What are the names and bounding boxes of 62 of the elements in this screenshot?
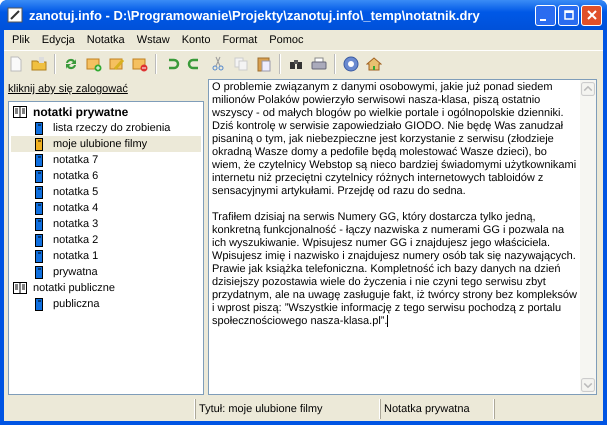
- note-pencil-icon[interactable]: [109, 56, 125, 72]
- status-bar-cell: Notatka prywatna: [380, 399, 494, 419]
- tree-note-item[interactable]: notatka 3: [11, 216, 201, 232]
- tree-note-item[interactable]: lista rzeczy do zrobienia: [11, 120, 201, 136]
- text-cursor: [387, 315, 388, 328]
- status-bar-cell: Tytuł: moje ulubione filmy: [195, 399, 380, 419]
- note-minus-icon[interactable]: [132, 56, 148, 72]
- menu-item[interactable]: Pomoc: [263, 34, 310, 46]
- scroll-up-icon[interactable]: [581, 82, 595, 96]
- tree-note-item[interactable]: notatka 5: [11, 184, 201, 200]
- note-icon: [35, 170, 43, 182]
- help-icon[interactable]: [343, 56, 359, 72]
- note-icon: [35, 266, 43, 278]
- menu-item[interactable]: Format: [216, 34, 264, 46]
- tree-note-item[interactable]: notatka 2: [11, 232, 201, 248]
- printer-icon[interactable]: [311, 56, 327, 72]
- folder-icon[interactable]: [31, 56, 47, 72]
- refresh-icon[interactable]: [63, 56, 79, 72]
- note-text-area[interactable]: [208, 79, 597, 395]
- note-icon: [35, 202, 43, 214]
- tree-note-item[interactable]: notatka 1: [11, 248, 201, 264]
- note-plus-icon[interactable]: [86, 56, 102, 72]
- tree-group-item[interactable]: notatki prywatne: [11, 104, 201, 120]
- note-icon: [35, 138, 43, 150]
- minimize-button[interactable]: [535, 4, 556, 26]
- note-paragraph: Trafiłem dzisiaj na serwis Numery GG, który dostarcza tylko jedną, konkretną funkcjonalność - łączy nazwiska z numerami GG i pozwala na ich wyszukiwanie. Wpisujesz numer GG i znajdujesz jego właściciela. Wpisujesz imię i nazwisko i znajdujesz numery osób tak się nazywających. Prawie jak książka telefoniczna. Kompletność ich bazy danych na dzień dzisiejszy pozostawia wiele do życzenia i nie czyni tego serwisu zbyt przydatnym, ale na uwagę zasługuje fakt, iż twórcy strony bez kompleksów i wprost piszą: ”Wszystkie informację z tego serwisu pochodzą z portalu społecznościowego nasza-klasa.pl”.: [212, 211, 577, 328]
- tree-note-item[interactable]: notatka 6: [11, 168, 201, 184]
- note-icon: [35, 298, 43, 310]
- tree-note-item[interactable]: notatka 4: [11, 200, 201, 216]
- note-icon: [35, 122, 43, 134]
- notepad-icon: [7, 7, 23, 23]
- minimize-icon: [540, 19, 546, 21]
- tree-group-item[interactable]: notatki publiczne: [11, 280, 201, 296]
- note-paragraph: O problemie związanym z danymi osobowymi, jakie już ponad siedem milionów Polaków powierzyło serwisowi nasza-klasa, piszą ostatnio wszyscy - od małych blogów po wielkie portale i ogólnopolskie dzienniki. Dziś kontrolę w serwisie zapowiedziało GIODO. Nie będę Was zanudzał pisaniną o tym, jak niebezpieczne jest korzystanie z serwisu (złodzieje okradną Wasze domy a pedofile będą molestować Wasze dzieci), bo wiem, że czytelnicy Webstop są nieco bardziej świadomymi użytkownikami internetu niż przeciętni czytelnicy różnych internetowych tabloidów z sensacyjnymi artykułami. Przejdę od razu do sedna.: [212, 81, 577, 198]
- tree-note-item[interactable]: notatka 7: [11, 152, 201, 168]
- home-icon[interactable]: [366, 56, 382, 72]
- note-icon: [35, 234, 43, 246]
- close-icon: [586, 10, 596, 20]
- login-link[interactable]: kliknij aby się zalogować: [8, 79, 128, 101]
- book-icon: [13, 106, 27, 118]
- menu-item[interactable]: Konto: [176, 34, 216, 46]
- tree-note-item[interactable]: publiczna: [11, 296, 201, 312]
- vertical-scrollbar[interactable]: [580, 80, 596, 394]
- clipboard-icon[interactable]: [256, 56, 272, 72]
- note-icon: [35, 250, 43, 262]
- menu-item[interactable]: Plik: [6, 34, 36, 46]
- tree-note-item[interactable]: prywatna: [11, 264, 201, 280]
- scissors-icon[interactable]: [210, 56, 226, 72]
- close-button[interactable]: [581, 4, 602, 26]
- window-title: zanotuj.info - D:\Programowanie\Projekty\zanotuj.info\_temp\notatnik.dry: [29, 8, 481, 22]
- note-icon: [35, 218, 43, 230]
- page-icon[interactable]: [8, 56, 24, 72]
- menu-item[interactable]: Wstaw: [130, 34, 176, 46]
- book-icon: [13, 282, 27, 294]
- note-icon: [35, 186, 43, 198]
- maximize-button[interactable]: [558, 4, 579, 26]
- tree-note-item[interactable]: moje ulubione filmy: [11, 136, 201, 152]
- note-icon: [35, 154, 43, 166]
- maximize-icon: [564, 10, 574, 20]
- menu-item[interactable]: Edycja: [36, 34, 81, 46]
- scroll-down-icon[interactable]: [581, 378, 595, 392]
- menu-item[interactable]: Notatka: [80, 34, 131, 46]
